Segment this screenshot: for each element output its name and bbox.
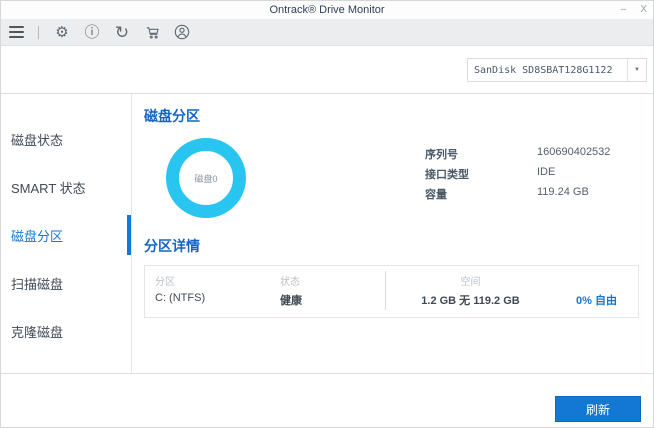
disk-donut-chart: 磁盘0 bbox=[166, 138, 246, 218]
info-value: IDE bbox=[537, 166, 556, 178]
donut-center-label: 磁盘0 bbox=[194, 173, 218, 184]
settings-gear-icon[interactable]: ⚙ bbox=[53, 23, 71, 41]
partition-table: 分区 状态 空间 C: (NTFS) 健康 1.2 GB 无 119.2 GB … bbox=[144, 265, 639, 318]
column-header-status: 状态 bbox=[280, 277, 300, 288]
chevron-down-icon[interactable]: ▼ bbox=[627, 59, 646, 81]
app-body: 磁盘状态 SMART 状态 磁盘分区 扫描磁盘 克隆磁盘 磁盘分区 磁盘0 序列… bbox=[1, 93, 653, 374]
close-button[interactable]: X bbox=[640, 1, 647, 19]
info-row-serial: 序列号 160690402532 bbox=[425, 146, 639, 162]
column-header-empty bbox=[555, 271, 638, 290]
app-window: Ontrack® Drive Monitor – X ⚙ ⓘ ↻ SanDisk… bbox=[0, 0, 654, 428]
menu-icon[interactable] bbox=[9, 26, 24, 38]
info-value: 119.24 GB bbox=[537, 186, 589, 198]
title-bar: Ontrack® Drive Monitor – X bbox=[1, 1, 653, 19]
minimize-button[interactable]: – bbox=[621, 1, 627, 19]
toolbar: ⚙ ⓘ ↻ bbox=[1, 19, 653, 46]
window-controls: – X bbox=[621, 1, 647, 19]
info-value: 160690402532 bbox=[537, 146, 611, 158]
sidebar-item-label: 扫描磁盘 bbox=[11, 276, 64, 292]
user-icon[interactable] bbox=[173, 23, 191, 41]
partition-free-cell[interactable]: 0% 自由 bbox=[555, 290, 638, 310]
refresh-button[interactable]: 刷新 bbox=[555, 396, 641, 422]
info-label: 接口类型 bbox=[425, 169, 469, 181]
partition-details-title: 分区详情 bbox=[144, 238, 200, 254]
sidebar-item-disk-status[interactable]: 磁盘状态 bbox=[1, 115, 131, 163]
partition-name-cell: C: (NTFS) bbox=[155, 292, 206, 304]
sidebar-item-scan-disk[interactable]: 扫描磁盘 bbox=[1, 259, 131, 307]
page-title: 磁盘分区 bbox=[144, 108, 200, 124]
drive-selector[interactable]: SanDisk SD8SBAT128G1122 ▼ bbox=[467, 58, 647, 82]
refresh-icon[interactable]: ↻ bbox=[113, 23, 131, 41]
drive-selector-row: SanDisk SD8SBAT128G1122 ▼ bbox=[1, 46, 653, 93]
sidebar-item-clone-disk[interactable]: 克隆磁盘 bbox=[1, 307, 131, 355]
sidebar-item-label: 克隆磁盘 bbox=[11, 324, 64, 340]
info-row-capacity: 容量 119.24 GB bbox=[425, 186, 639, 202]
sidebar-item-disk-partitions[interactable]: 磁盘分区 bbox=[1, 211, 131, 259]
sidebar-item-label: 磁盘状态 bbox=[11, 132, 64, 148]
info-label: 容量 bbox=[425, 189, 447, 201]
column-header-partition: 分区 bbox=[155, 277, 175, 288]
sidebar: 磁盘状态 SMART 状态 磁盘分区 扫描磁盘 克隆磁盘 bbox=[1, 94, 132, 373]
disk-overview: 磁盘0 序列号 160690402532 接口类型 IDE 容量 119.24 … bbox=[144, 138, 639, 218]
disk-info-panel: 序列号 160690402532 接口类型 IDE 容量 119.24 GB bbox=[425, 146, 639, 218]
footer: 刷新 bbox=[1, 374, 653, 427]
cart-icon[interactable] bbox=[143, 23, 161, 41]
info-label: 序列号 bbox=[425, 149, 458, 161]
sidebar-item-label: SMART 状态 bbox=[11, 180, 86, 196]
sidebar-item-smart-status[interactable]: SMART 状态 bbox=[1, 163, 131, 211]
toolbar-separator bbox=[38, 25, 39, 39]
info-icon[interactable]: ⓘ bbox=[83, 23, 101, 41]
column-header-space: 空间 bbox=[385, 271, 555, 290]
window-title: Ontrack® Drive Monitor bbox=[269, 4, 385, 16]
active-item-indicator bbox=[127, 215, 131, 255]
partition-status-cell: 健康 bbox=[280, 295, 302, 307]
donut-ring: 磁盘0 bbox=[166, 138, 246, 218]
main-content: 磁盘分区 磁盘0 序列号 160690402532 接口类型 IDE 容量 11… bbox=[132, 94, 653, 373]
partition-space-cell: 1.2 GB 无 119.2 GB bbox=[385, 290, 555, 310]
sidebar-item-label: 磁盘分区 bbox=[11, 228, 64, 244]
info-row-interface: 接口类型 IDE bbox=[425, 166, 639, 182]
drive-selector-value: SanDisk SD8SBAT128G1122 bbox=[474, 64, 613, 76]
